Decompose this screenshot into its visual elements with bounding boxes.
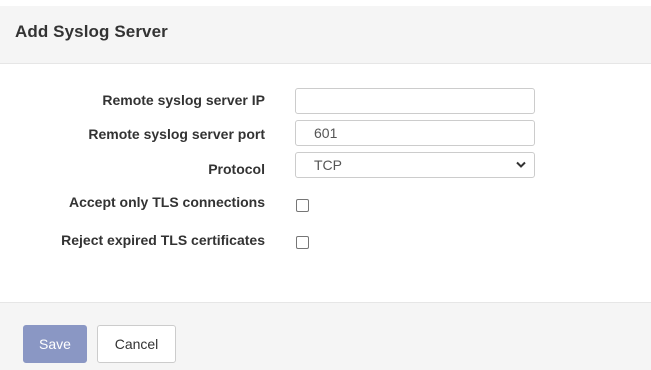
dialog-title: Add Syslog Server — [15, 22, 168, 41]
server-port-input[interactable]: 601 — [295, 120, 535, 146]
dialog-header: Add Syslog Server — [0, 6, 651, 64]
accept-tls-label: Accept only TLS connections — [68, 194, 265, 210]
accept-tls-checkbox[interactable] — [296, 199, 309, 212]
dialog-footer: Save Cancel — [0, 302, 651, 370]
syslog-server-form: Remote syslog server IP Remote syslog se… — [0, 64, 651, 302]
server-ip-label: Remote syslog server IP — [102, 92, 265, 108]
reject-expired-label: Reject expired TLS certificates — [61, 232, 265, 248]
protocol-selected-value: TCP — [314, 157, 342, 173]
chevron-down-icon — [516, 161, 526, 168]
protocol-label: Protocol — [208, 161, 265, 177]
cancel-button[interactable]: Cancel — [97, 325, 176, 363]
add-syslog-server-dialog: Add Syslog Server Remote syslog server I… — [0, 0, 651, 370]
server-port-label: Remote syslog server port — [88, 126, 265, 142]
server-ip-input[interactable] — [295, 88, 535, 114]
save-button[interactable]: Save — [23, 325, 87, 363]
protocol-select[interactable]: TCP — [295, 152, 535, 178]
reject-expired-checkbox[interactable] — [296, 236, 309, 249]
